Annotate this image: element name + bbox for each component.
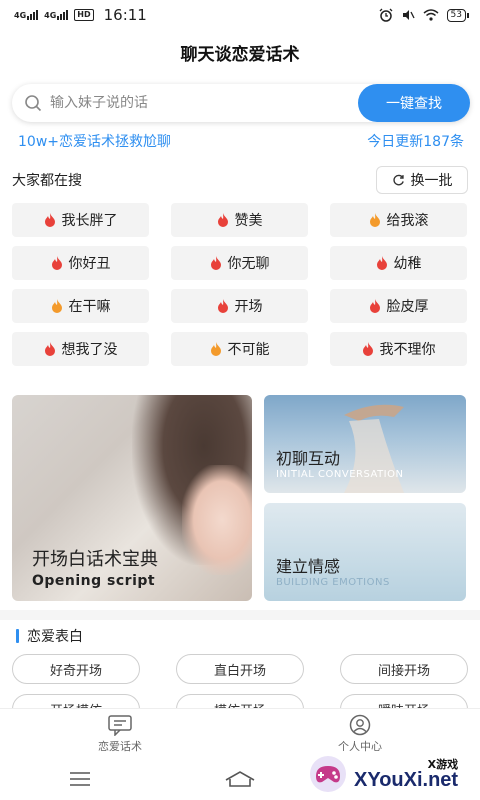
flame-icon — [376, 256, 387, 270]
hot-tag-label: 你好丑 — [68, 256, 111, 272]
emotions-card-title: 建立情感 — [276, 557, 341, 576]
opening-card-subtitle: Opening script — [32, 573, 156, 589]
wifi-icon — [423, 9, 439, 21]
flame-icon — [44, 213, 55, 227]
section-accent-bar — [16, 629, 19, 643]
flame-icon — [217, 213, 228, 227]
menu-nav-button[interactable] — [60, 764, 100, 794]
flame-icon — [210, 256, 221, 270]
flame-icon — [217, 299, 228, 313]
site-watermark: X游戏 XYouXi.net — [308, 748, 480, 800]
flame-icon — [44, 342, 55, 356]
section-header: 恋爱表白 — [16, 626, 83, 646]
hot-tag[interactable]: 在干嘛 — [12, 289, 149, 323]
initial-card-subtitle: INITIAL CONVERSATION — [276, 469, 404, 480]
section-title: 恋爱表白 — [27, 629, 83, 645]
emotions-card-subtitle: BUILDING EMOTIONS — [276, 577, 390, 588]
search-button[interactable]: 一键查找 — [358, 84, 470, 122]
promo-left-text[interactable]: 10w+恋爱话术拯救尬聊 — [18, 131, 171, 151]
initial-conversation-card[interactable]: 初聊互动 INITIAL CONVERSATION — [264, 395, 466, 493]
signal-icon: 4G — [14, 10, 39, 20]
hot-tag[interactable]: 开场 — [171, 289, 308, 323]
status-right: 53 — [379, 8, 470, 22]
chat-icon — [108, 714, 132, 736]
category-pill[interactable]: 好奇开场 — [12, 654, 140, 684]
hot-tag-label: 脸皮厚 — [386, 299, 429, 315]
hot-tag-label: 我不理你 — [379, 342, 436, 358]
card-photo-face — [182, 465, 252, 575]
clock-time: 16:11 — [103, 6, 147, 24]
initial-card-title: 初聊互动 — [276, 449, 341, 468]
hot-tag-label: 你无聊 — [227, 256, 270, 272]
network-type-2: 4G — [44, 11, 57, 20]
tab-label: 恋爱话术 — [98, 739, 142, 753]
update-count-text[interactable]: 今日更新187条 — [367, 131, 464, 151]
hot-tag-grid: 我长胖了 赞美 给我滚 你好丑 你无聊 幼稚 在干嘛 开场 脸皮厚 想我了没 不… — [12, 203, 468, 366]
watermark-small: X游戏 — [427, 757, 459, 771]
category-cards: 开场白话术宝典 Opening script 初聊互动 INITIAL CONV… — [12, 395, 466, 601]
flame-icon — [210, 342, 221, 356]
building-emotions-card[interactable]: 建立情感 BUILDING EMOTIONS — [264, 503, 466, 601]
hot-tag[interactable]: 不可能 — [171, 332, 308, 366]
category-pill[interactable]: 直白开场 — [176, 654, 304, 684]
hot-search-title: 大家都在搜 — [12, 173, 82, 189]
search-icon — [12, 84, 42, 122]
home-nav-button[interactable] — [220, 764, 260, 794]
watermark-text: X游戏 XYouXi.net — [354, 759, 458, 790]
category-pill[interactable]: 间接开场 — [340, 654, 468, 684]
hot-tag-label: 我长胖了 — [61, 213, 118, 229]
status-bar: 4G 4G HD 16:11 53 — [0, 0, 480, 30]
hot-tag[interactable]: 你无聊 — [171, 246, 308, 280]
hd-badge: HD — [74, 9, 94, 21]
search-bar: 一键查找 — [12, 84, 470, 122]
flame-icon — [369, 213, 380, 227]
battery-icon: 53 — [446, 8, 470, 22]
flame-icon — [362, 342, 373, 356]
hot-tag[interactable]: 我不理你 — [330, 332, 467, 366]
flame-icon — [51, 299, 62, 313]
refresh-icon — [392, 174, 404, 185]
tab-love-scripts[interactable]: 恋爱话术 — [0, 709, 240, 758]
network-type-1: 4G — [14, 11, 27, 20]
promo-line: 10w+恋爱话术拯救尬聊 今日更新187条 — [18, 130, 464, 152]
hot-tag-label: 不可能 — [227, 342, 270, 358]
search-input[interactable] — [42, 95, 358, 111]
mute-icon — [402, 10, 415, 20]
flame-icon — [51, 256, 62, 270]
section-divider — [0, 610, 480, 620]
opening-script-card[interactable]: 开场白话术宝典 Opening script — [12, 395, 252, 601]
flame-icon — [369, 299, 380, 313]
hot-tag[interactable]: 想我了没 — [12, 332, 149, 366]
hot-search-header: 大家都在搜 换一批 — [12, 166, 468, 194]
hot-tag-label: 开场 — [234, 299, 263, 315]
refresh-label: 换一批 — [410, 173, 453, 189]
home-icon — [225, 771, 255, 787]
hot-tag-label: 赞美 — [234, 213, 263, 229]
hot-tag[interactable]: 你好丑 — [12, 246, 149, 280]
alarm-icon — [379, 8, 393, 22]
hot-tag[interactable]: 我长胖了 — [12, 203, 149, 237]
menu-icon — [70, 772, 90, 786]
gamepad-logo-icon — [310, 756, 346, 792]
page-title: 聊天谈恋爱话术 — [0, 30, 480, 74]
opening-card-title: 开场白话术宝典 — [32, 549, 158, 570]
hot-tag-label: 给我滚 — [386, 213, 429, 229]
hot-tag-label: 幼稚 — [393, 256, 422, 272]
refresh-button[interactable]: 换一批 — [376, 166, 468, 194]
hot-tag[interactable]: 赞美 — [171, 203, 308, 237]
signal-icon-2: 4G — [44, 10, 69, 20]
user-icon — [349, 714, 371, 735]
hot-tag-label: 想我了没 — [61, 342, 118, 358]
hot-tag-label: 在干嘛 — [68, 299, 111, 315]
watermark-big: XYouXi.net — [354, 768, 459, 791]
status-left: 4G 4G HD 16:11 — [14, 6, 147, 24]
hot-tag[interactable]: 幼稚 — [330, 246, 467, 280]
hot-tag[interactable]: 给我滚 — [330, 203, 467, 237]
hot-tag[interactable]: 脸皮厚 — [330, 289, 467, 323]
